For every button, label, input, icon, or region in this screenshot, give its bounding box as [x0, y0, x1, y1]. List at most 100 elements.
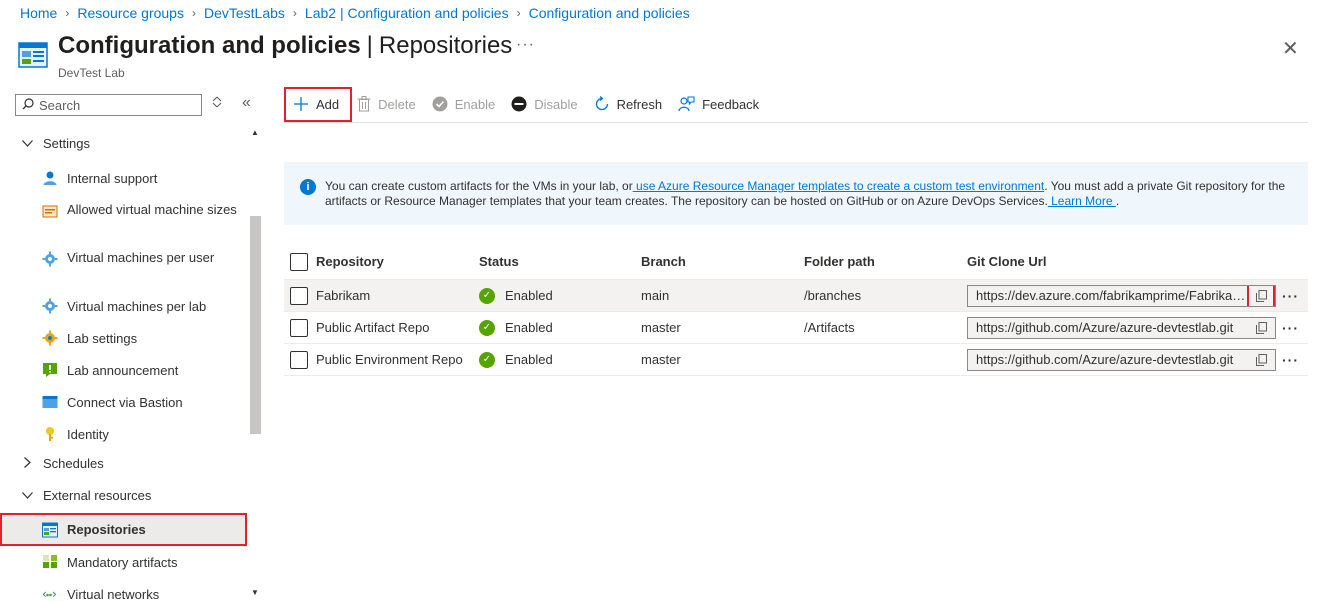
table-row[interactable]: Public Artifact Repo ✓ Enabled master /A… — [284, 312, 1308, 344]
close-icon[interactable]: ✕ — [1282, 36, 1299, 61]
column-header-git-clone-url[interactable]: Git Clone Url — [967, 254, 1046, 269]
arm-templates-link[interactable]: use Azure Resource Manager templates to … — [633, 179, 1044, 193]
nav-group-label: Schedules — [43, 456, 104, 471]
sidebar-item-identity[interactable]: Identity — [42, 426, 242, 443]
breadcrumb-home[interactable]: Home — [20, 5, 57, 21]
key-icon — [46, 427, 54, 441]
row-more-icon[interactable]: ··· — [1282, 352, 1299, 368]
trash-icon — [357, 96, 371, 112]
row-checkbox[interactable] — [290, 350, 308, 369]
scroll-up-icon[interactable]: ▲ — [251, 128, 259, 137]
page-title: Configuration and policies | Repositories — [58, 32, 512, 60]
info-icon: i — [300, 179, 316, 195]
search-input[interactable] — [39, 97, 189, 113]
sidebar-search[interactable] — [15, 94, 202, 116]
table-row[interactable]: Fabrikam ✓ Enabled main /branches https:… — [284, 280, 1308, 312]
sidebar-item-vms-per-user[interactable]: Virtual machines per user — [42, 249, 242, 267]
enable-button[interactable]: Enable — [432, 96, 495, 112]
sidebar-item-lab-announcement[interactable]: Lab announcement — [42, 362, 242, 379]
sidebar-item-label: Virtual machines per lab — [67, 299, 207, 314]
sidebar-item-repositories[interactable]: Repositories — [0, 513, 247, 546]
sidebar-item-virtual-networks[interactable]: ‹ › Virtual networks — [42, 586, 242, 601]
repository-name: Fabrikam — [316, 288, 371, 303]
column-header-folder-path[interactable]: Folder path — [804, 254, 875, 269]
page-title-section: Repositories — [378, 32, 513, 59]
success-check-icon: ✓ — [479, 319, 495, 336]
breadcrumb-config-policies[interactable]: Configuration and policies — [529, 5, 690, 21]
page-title-main: Configuration and policies — [58, 32, 361, 59]
chevron-right-icon — [20, 456, 34, 471]
breadcrumb-devtestlabs[interactable]: DevTestLabs — [204, 5, 285, 21]
git-clone-url-field[interactable]: https://github.com/Azure/azure-devtestla… — [967, 348, 1276, 371]
sidebar-item-label: Virtual machines per user — [67, 250, 215, 265]
announcement-icon — [43, 363, 57, 377]
repositories-table: Repository Status Branch Folder path Git… — [284, 244, 1308, 376]
git-clone-url-text: https://github.com/Azure/azure-devtestla… — [976, 352, 1234, 367]
column-header-branch[interactable]: Branch — [641, 254, 686, 269]
copy-icon[interactable] — [1249, 319, 1273, 337]
column-header-status[interactable]: Status — [479, 254, 519, 269]
sidebar-item-label: Internal support — [67, 171, 158, 186]
sidebar-item-label: Lab settings — [67, 331, 138, 346]
vm-sizes-icon — [42, 205, 58, 218]
learn-more-link[interactable]: Learn More — [1048, 194, 1116, 208]
git-clone-url-field[interactable]: https://github.com/Azure/azure-devtestla… — [967, 316, 1276, 339]
success-check-icon: ✓ — [479, 287, 495, 304]
breadcrumb-lab2[interactable]: Lab2 | Configuration and policies — [305, 5, 509, 21]
info-text-part: You can create custom artifacts for the … — [325, 179, 633, 193]
folder-path: /Artifacts — [804, 320, 855, 335]
sidebar-item-label: Identity — [67, 427, 109, 442]
nav-group-schedules[interactable]: Schedules — [20, 456, 104, 471]
git-clone-url-field[interactable]: https://dev.azure.com/fabrikamprime/Fabr… — [967, 284, 1276, 307]
sidebar-item-vms-per-lab[interactable]: Virtual machines per lab — [42, 298, 242, 315]
delete-button-label: Delete — [378, 96, 416, 112]
row-checkbox[interactable] — [290, 318, 308, 337]
nav-group-settings[interactable]: Settings — [20, 136, 90, 151]
table-row[interactable]: Public Environment Repo ✓ Enabled master… — [284, 344, 1308, 376]
gear-icon — [42, 251, 58, 267]
disable-button[interactable]: Disable — [511, 96, 578, 112]
sidebar-item-lab-settings[interactable]: Lab settings — [42, 330, 242, 347]
sidebar-item-mandatory-artifacts[interactable]: Mandatory artifacts — [42, 554, 242, 571]
feedback-icon — [678, 96, 695, 112]
status-text: Enabled — [505, 352, 553, 367]
scrollbar-thumb[interactable] — [250, 216, 261, 434]
page-header: Configuration and policies | Repositories … — [18, 32, 512, 80]
add-button[interactable]: Add — [284, 86, 353, 122]
sidebar-nav: Settings Internal support Allowed virtua… — [0, 128, 248, 601]
sidebar-item-allowed-vm-sizes[interactable]: Allowed virtual machine sizes — [42, 201, 242, 219]
page-subtitle: DevTest Lab — [58, 66, 125, 80]
copy-icon[interactable] — [1249, 351, 1273, 369]
column-header-repository[interactable]: Repository — [316, 254, 384, 269]
header-text: Configuration and policies | Repositories … — [58, 32, 512, 80]
status-text: Enabled — [505, 288, 553, 303]
collapse-sidebar-icon[interactable]: « — [242, 94, 251, 112]
virtual-network-icon: ‹ › — [42, 587, 57, 601]
row-more-icon[interactable]: ··· — [1282, 288, 1299, 304]
feedback-button[interactable]: Feedback — [678, 96, 759, 112]
bastion-icon — [42, 396, 58, 408]
person-support-icon — [43, 171, 57, 185]
refresh-button-label: Refresh — [616, 96, 663, 112]
status-text: Enabled — [505, 320, 553, 335]
enable-button-label: Enable — [454, 96, 496, 112]
git-clone-url-text: https://dev.azure.com/fabrikamprime/Fabr… — [976, 288, 1248, 303]
row-checkbox[interactable] — [290, 286, 308, 305]
sidebar-scrollbar[interactable]: ▲ ▼ — [248, 128, 263, 601]
refresh-button[interactable]: Refresh — [594, 96, 663, 112]
search-icon — [22, 97, 34, 113]
sidebar-item-internal-support[interactable]: Internal support — [42, 170, 242, 187]
breadcrumb-separator-icon: › — [191, 6, 196, 20]
more-options-icon[interactable]: ··· — [516, 36, 535, 54]
sidebar-item-label: Virtual networks — [67, 587, 160, 601]
delete-button[interactable]: Delete — [357, 96, 416, 112]
copy-icon[interactable] — [1247, 285, 1275, 306]
plus-icon — [293, 96, 309, 112]
scroll-down-icon[interactable]: ▼ — [251, 588, 259, 597]
sidebar-item-connect-bastion[interactable]: Connect via Bastion — [42, 394, 242, 411]
breadcrumb-resource-groups[interactable]: Resource groups — [77, 5, 184, 21]
sort-toggle-icon[interactable] — [212, 96, 222, 111]
select-all-checkbox[interactable] — [290, 252, 308, 271]
nav-group-external-resources[interactable]: External resources — [20, 488, 151, 503]
row-more-icon[interactable]: ··· — [1282, 320, 1299, 336]
